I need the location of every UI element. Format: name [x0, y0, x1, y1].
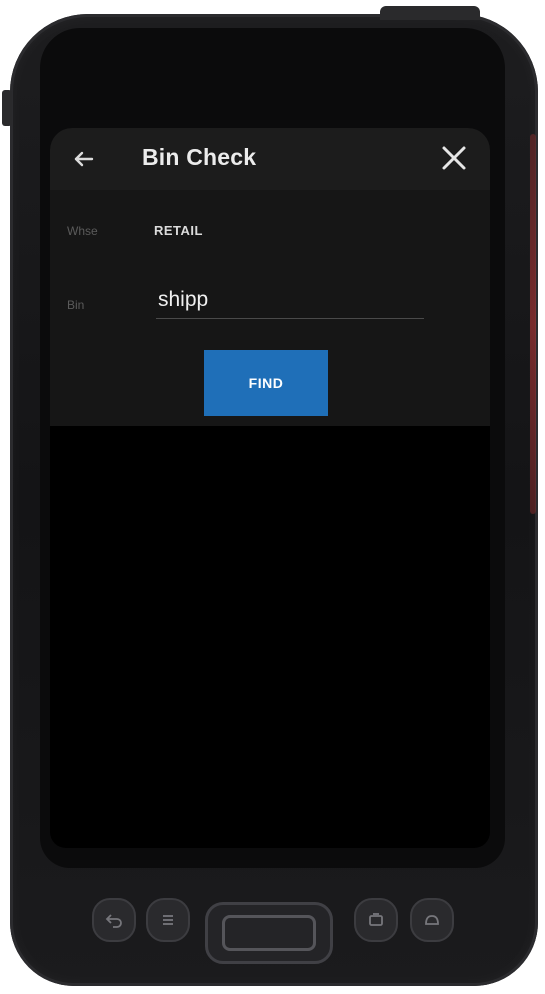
- hw-back-icon: [105, 914, 122, 928]
- whse-value: RETAIL: [154, 223, 203, 238]
- device-side-trim: [530, 134, 536, 514]
- close-icon[interactable]: [438, 142, 470, 174]
- bin-check-form: Whse RETAIL Bin FIND: [50, 190, 490, 426]
- bin-label: Bin: [67, 298, 85, 312]
- page-title: Bin Check: [142, 144, 257, 170]
- hw-back-key[interactable]: [92, 898, 136, 942]
- whse-label: Whse: [67, 224, 98, 238]
- back-arrow-icon[interactable]: [68, 144, 98, 174]
- bin-input[interactable]: [156, 282, 424, 319]
- hw-home-icon: [425, 915, 439, 925]
- hw-menu-key[interactable]: [146, 898, 190, 942]
- device-top-button: [380, 6, 480, 20]
- hw-menu-icon: [163, 915, 173, 925]
- scan-key-window: [222, 915, 316, 951]
- find-button[interactable]: FIND: [204, 350, 328, 416]
- hw-window-icon: [369, 913, 383, 926]
- device-screen: Bin Check Whse RETAIL Bin FIND: [50, 128, 490, 848]
- hw-home-key[interactable]: [410, 898, 454, 942]
- app-bar: Bin Check: [50, 128, 490, 190]
- hw-scan-key[interactable]: [205, 902, 333, 964]
- device-side-button: [2, 90, 12, 126]
- hw-camera-key[interactable]: [354, 898, 398, 942]
